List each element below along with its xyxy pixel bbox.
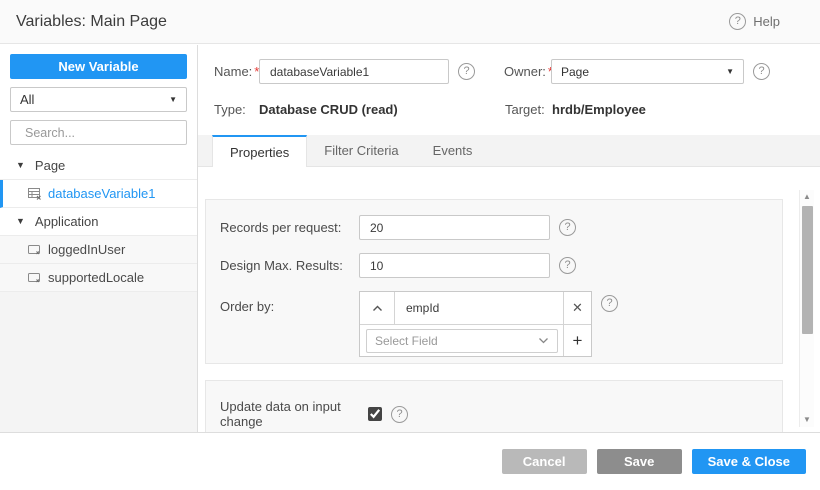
plus-icon: + [573, 331, 583, 351]
order-by-row: Order by: empId ✕ [206, 291, 782, 357]
dialog-header: Variables: Main Page ? Help [0, 0, 820, 44]
tab-properties[interactable]: Properties [212, 135, 307, 167]
variable-filter-dropdown[interactable]: All ▼ [10, 87, 187, 112]
remove-order-field-button[interactable]: ✕ [563, 292, 591, 324]
max-results-help-icon[interactable]: ? [559, 257, 576, 274]
tree-item-loggedinuser[interactable]: loggedInUser [0, 236, 197, 264]
cancel-button[interactable]: Cancel [502, 449, 587, 474]
chevron-down-icon: ▼ [169, 96, 177, 104]
design-max-results-input[interactable] [359, 253, 550, 278]
search-box [10, 120, 187, 145]
chevron-up-icon [372, 305, 383, 312]
order-by-add-row: Select Field + [360, 324, 591, 356]
owner-dropdown[interactable]: Page ▼ [551, 59, 744, 84]
help-button[interactable]: ? Help [729, 13, 780, 30]
order-by-field-value: empId [395, 301, 563, 315]
update-on-input-row: Update data on input change ? [206, 399, 782, 429]
data-settings-section: Records per request: ? Design Max. Resul… [205, 199, 783, 364]
help-icon: ? [729, 13, 746, 30]
dialog-body: New Variable All ▼ ▼ Page [0, 45, 820, 432]
name-input[interactable] [259, 59, 449, 84]
name-owner-row: Name:* ? Owner:* Page ▼ ? [198, 59, 820, 84]
content-scrollbar[interactable]: ▲ ▼ [799, 190, 814, 427]
static-variable-icon [28, 272, 41, 284]
close-icon: ✕ [572, 300, 583, 316]
save-and-close-button[interactable]: Save & Close [692, 449, 806, 474]
target-label: Target: [505, 102, 552, 117]
tree-item-label: loggedInUser [48, 242, 125, 257]
owner-help-icon[interactable]: ? [753, 63, 770, 80]
database-variable-icon [28, 188, 41, 200]
dialog-footer: Cancel Save Save & Close [0, 432, 820, 490]
order-by-label: Order by: [220, 299, 359, 314]
update-on-input-help-icon[interactable]: ? [391, 406, 408, 423]
design-max-results-row: Design Max. Results: ? [206, 253, 782, 278]
variables-dialog: Variables: Main Page ? Help New Variable… [0, 0, 820, 490]
tree-group-label: Page [35, 158, 65, 173]
page-title: Variables: Main Page [16, 13, 167, 31]
target-value: hrdb/Employee [552, 102, 646, 117]
static-variable-icon [28, 244, 41, 256]
type-label: Type: [214, 102, 259, 117]
variables-sidebar: New Variable All ▼ ▼ Page [0, 45, 198, 432]
order-by-entry-row: empId ✕ [360, 292, 591, 324]
select-field-dropdown[interactable]: Select Field [366, 329, 558, 353]
name-label: Name:* [214, 64, 259, 79]
collapse-arrow-icon: ▼ [16, 161, 25, 170]
tab-events[interactable]: Events [416, 135, 490, 166]
name-help-icon[interactable]: ? [458, 63, 475, 80]
update-on-input-checkbox[interactable] [368, 407, 382, 421]
tree-group-page[interactable]: ▼ Page [0, 152, 197, 180]
type-value: Database CRUD (read) [259, 102, 505, 117]
type-target-row: Type: Database CRUD (read) Target: hrdb/… [198, 97, 820, 122]
order-by-widget: empId ✕ Select Field [359, 291, 592, 357]
filter-selected-value: All [20, 92, 34, 107]
sort-direction-button[interactable] [360, 292, 395, 324]
behavior-section: Update data on input change ? Request da… [205, 380, 783, 432]
chevron-down-icon: ▼ [726, 68, 734, 76]
new-variable-button[interactable]: New Variable [10, 54, 187, 79]
chevron-down-icon [538, 337, 549, 344]
collapse-arrow-icon: ▼ [16, 217, 25, 226]
scroll-down-icon[interactable]: ▼ [803, 413, 811, 427]
detail-tabs: Properties Filter Criteria Events [198, 135, 820, 167]
variable-meta: Name:* ? Owner:* Page ▼ ? Type: Database… [198, 45, 820, 122]
add-order-field-button[interactable]: + [563, 325, 591, 356]
owner-selected-value: Page [561, 65, 589, 79]
help-label: Help [753, 14, 780, 29]
variable-detail-panel: Name:* ? Owner:* Page ▼ ? Type: Database… [198, 45, 820, 432]
save-button[interactable]: Save [597, 449, 682, 474]
tree-group-application[interactable]: ▼ Application [0, 208, 197, 236]
scroll-up-icon[interactable]: ▲ [803, 190, 811, 204]
tree-group-label: Application [35, 214, 99, 229]
tree-item-label: supportedLocale [48, 270, 144, 285]
owner-label: Owner:* [504, 64, 551, 79]
tree-item-label: databaseVariable1 [48, 186, 155, 201]
tree-item-databasevariable1[interactable]: databaseVariable1 [0, 180, 197, 208]
scrollbar-thumb[interactable] [802, 206, 813, 334]
select-field-placeholder: Select Field [375, 334, 438, 348]
variables-tree: ▼ Page databaseVariable1 [0, 152, 197, 432]
records-help-icon[interactable]: ? [559, 219, 576, 236]
design-max-results-label: Design Max. Results: [220, 258, 359, 273]
properties-tab-content: Records per request: ? Design Max. Resul… [198, 188, 820, 432]
tree-item-supportedlocale[interactable]: supportedLocale [0, 264, 197, 292]
select-field-wrap: Select Field [360, 325, 563, 356]
tab-filter-criteria[interactable]: Filter Criteria [307, 135, 415, 166]
records-per-request-label: Records per request: [220, 220, 359, 235]
records-per-request-input[interactable] [359, 215, 550, 240]
update-on-input-label: Update data on input change [220, 399, 368, 429]
tree-empty-area [0, 292, 197, 432]
order-by-help-icon[interactable]: ? [601, 295, 618, 312]
records-per-request-row: Records per request: ? [206, 215, 782, 240]
search-input[interactable] [25, 126, 186, 140]
